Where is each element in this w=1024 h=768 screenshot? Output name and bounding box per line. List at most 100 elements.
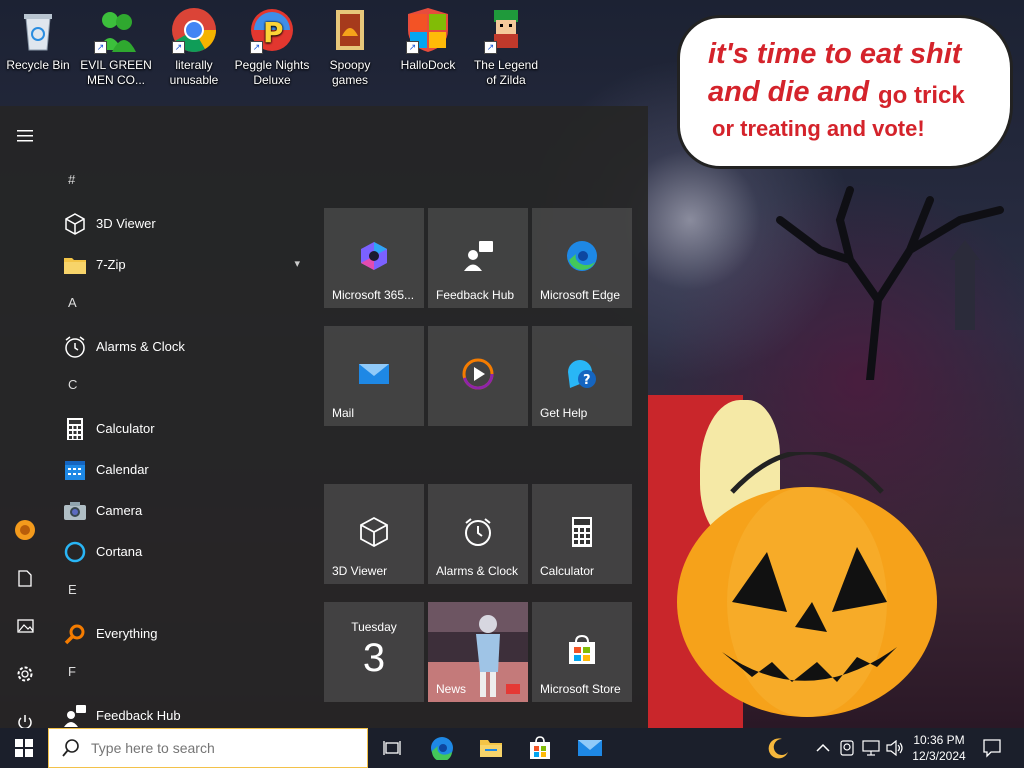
desktop-icon-legend-of-zilda[interactable]: ↗ The Legend of Zilda (468, 6, 544, 88)
notification-icon[interactable] (982, 738, 1002, 761)
app-cortana[interactable]: Cortana (50, 531, 310, 572)
letter-header[interactable]: E (50, 572, 310, 613)
tile-label: Microsoft Edge (540, 288, 621, 302)
folder-icon (326, 6, 374, 54)
task-view-icon[interactable] (368, 732, 416, 764)
tile-mail[interactable]: Mail (324, 326, 424, 426)
tile-label: Microsoft Store (540, 682, 621, 696)
camera-icon (63, 499, 87, 523)
mail-icon (358, 358, 390, 390)
letter-header[interactable]: # (50, 162, 310, 203)
alarm-clock-icon (63, 335, 87, 359)
store-icon (566, 634, 598, 666)
start-menu: # 3D Viewer 7-Zip ▾ A Alarms & Clock C C… (0, 106, 648, 730)
3d-viewer-icon (358, 516, 390, 548)
clock-date: 12/3/2024 (912, 749, 966, 763)
letter-header[interactable]: C (50, 367, 310, 408)
volume-icon[interactable] (886, 739, 904, 759)
desktop-icon-recycle-bin[interactable]: Recycle Bin (0, 6, 76, 73)
tile-get-help[interactable]: ? Get Help (532, 326, 632, 426)
app-camera[interactable]: Camera (50, 490, 310, 531)
media-player-icon (462, 358, 494, 390)
letter-header[interactable]: F (50, 654, 310, 695)
shortcut-arrow-icon: ↗ (94, 41, 107, 54)
app-label: 3D Viewer (96, 216, 156, 231)
app-label: Calculator (96, 421, 155, 436)
webcam-icon[interactable] (840, 740, 854, 759)
calculator-icon (63, 417, 87, 441)
shortcut-arrow-icon: ↗ (406, 41, 419, 54)
shortcut-arrow-icon: ↗ (484, 41, 497, 54)
hamburger-menu-icon[interactable] (0, 116, 50, 156)
app-alarms-clock[interactable]: Alarms & Clock (50, 326, 310, 367)
tile-3d-viewer[interactable]: 3D Viewer (324, 484, 424, 584)
tile-label: 3D Viewer (332, 564, 388, 578)
tile-calculator[interactable]: Calculator (532, 484, 632, 584)
app-label: Feedback Hub (96, 708, 181, 723)
3d-viewer-icon (63, 212, 87, 236)
user-avatar-icon[interactable] (0, 510, 50, 550)
green-men-icon: ↗ (92, 6, 140, 54)
spooky-tree (776, 186, 1004, 380)
tile-microsoft-365[interactable]: Microsoft 365... (324, 208, 424, 308)
edge-icon (566, 240, 598, 272)
alarm-clock-icon (462, 516, 494, 548)
desktop-icon-label: Recycle Bin (6, 58, 70, 72)
windows-shield-icon: ↗ (404, 6, 452, 54)
calendar-day: Tuesday (351, 620, 397, 634)
app-calculator[interactable]: Calculator (50, 408, 310, 449)
chevron-down-icon[interactable]: ▾ (294, 257, 300, 270)
search-input[interactable] (89, 739, 353, 757)
store-icon[interactable] (516, 732, 564, 764)
desktop-icon-label: literally unusable (169, 58, 219, 87)
app-label: Everything (96, 626, 158, 641)
speech-bubble: it's time to eat shit and die and go tri… (680, 18, 1010, 166)
tile-alarms-clock[interactable]: Alarms & Clock (428, 484, 528, 584)
desktop-icon-label: The Legend of Zilda (473, 58, 539, 87)
desktop-icon-evil-green-men[interactable]: ↗ EVIL GREEN MEN CO... (78, 6, 154, 88)
tile-microsoft-edge[interactable]: Microsoft Edge (532, 208, 632, 308)
app-3d-viewer[interactable]: 3D Viewer (50, 203, 310, 244)
folder-icon (63, 253, 87, 277)
network-icon[interactable] (862, 740, 880, 759)
moon-icon[interactable] (766, 736, 790, 763)
documents-icon[interactable] (0, 558, 50, 598)
app-label: Camera (96, 503, 143, 518)
news-icon (506, 684, 520, 694)
recycle-bin-icon (14, 6, 62, 54)
desktop-icon-hallodock[interactable]: ↗ HalloDock (390, 6, 466, 73)
app-7-zip[interactable]: 7-Zip ▾ (50, 244, 310, 285)
start-rail (0, 106, 50, 730)
tile-label: News (436, 682, 467, 696)
tile-label: Feedback Hub (436, 288, 515, 302)
tile-media-player[interactable] (428, 326, 528, 426)
search-icon (62, 739, 79, 757)
feedback-hub-icon (63, 704, 87, 728)
tile-calendar[interactable]: Tuesday 3 (324, 602, 424, 702)
app-label: Alarms & Clock (96, 339, 185, 354)
tile-news[interactable]: News (428, 602, 528, 702)
desktop-icon-label: HalloDock (400, 58, 456, 72)
edge-icon[interactable] (418, 732, 466, 764)
windows-logo-icon (15, 739, 33, 757)
tile-feedback-hub[interactable]: Feedback Hub (428, 208, 528, 308)
pictures-icon[interactable] (0, 606, 50, 646)
tile-microsoft-store[interactable]: Microsoft Store (532, 602, 632, 702)
file-explorer-icon[interactable] (467, 732, 515, 764)
calendar-date: 3 (362, 636, 386, 680)
app-calendar[interactable]: Calendar (50, 449, 310, 490)
letter-header[interactable]: A (50, 285, 310, 326)
jack-o-lantern-bucket (677, 452, 937, 717)
app-everything[interactable]: Everything (50, 613, 310, 654)
start-button[interactable] (0, 728, 48, 768)
settings-icon[interactable] (0, 654, 50, 694)
desktop-icon-peggle[interactable]: P ↗ Peggle Nights Deluxe (234, 6, 310, 88)
chevron-up-icon[interactable] (816, 741, 830, 756)
system-clock[interactable]: 10:36 PM 12/3/2024 (904, 732, 974, 764)
taskbar: 10:36 PM 12/3/2024 (0, 728, 1024, 768)
mail-icon[interactable] (566, 732, 614, 764)
desktop-icon-spoopy-games[interactable]: Spoopy games (312, 6, 388, 88)
search-icon (63, 622, 87, 646)
search-box[interactable] (48, 728, 368, 768)
desktop-icon-literally-unusable[interactable]: ↗ literally unusable (156, 6, 232, 88)
